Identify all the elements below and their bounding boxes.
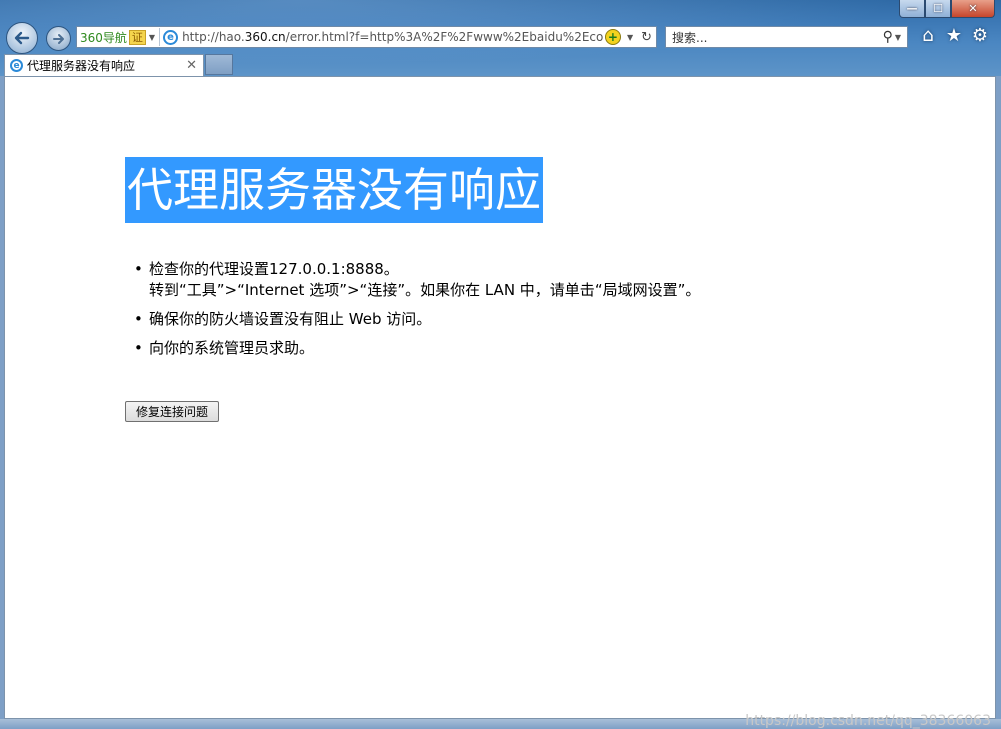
tips-list: 检查你的代理设置127.0.0.1:8888。 转到“工具”>“Internet… xyxy=(134,259,701,367)
tip-item: 确保你的防火墙设置没有阻止 Web 访问。 xyxy=(134,309,700,330)
search-box[interactable]: 搜索... ⚲ ▼ xyxy=(665,26,908,48)
search-dropdown-icon[interactable]: ▼ xyxy=(895,33,901,42)
tip-line: 检查你的代理设置127.0.0.1:8888。 xyxy=(149,260,399,278)
arrow-right-icon xyxy=(52,33,64,44)
tip-line: 转到“工具”>“Internet 选项”>“连接”。如果你在 LAN 中，请单击… xyxy=(149,281,701,299)
refresh-icon[interactable]: ↻ xyxy=(641,30,652,45)
back-button[interactable] xyxy=(6,22,38,54)
tab-active[interactable]: e 代理服务器没有响应 ✕ xyxy=(4,54,204,76)
search-input[interactable]: 搜索... xyxy=(672,29,883,46)
address-bar[interactable]: 360导航 证 ▼ e http://hao.360.cn/error.html… xyxy=(76,26,657,48)
new-tab-button[interactable] xyxy=(205,54,233,75)
window-controls: — ☐ ✕ xyxy=(899,0,995,20)
tip-item: 检查你的代理设置127.0.0.1:8888。 转到“工具”>“Internet… xyxy=(134,259,701,301)
page-title: 代理服务器没有响应 xyxy=(125,157,543,223)
address-dropdown-icon[interactable]: ▼ xyxy=(627,33,633,42)
ie-site-icon: e xyxy=(163,29,179,45)
search-icon[interactable]: ⚲ xyxy=(883,29,893,45)
url-prefix: http://hao. xyxy=(182,30,245,44)
tip-line: 确保你的防火墙设置没有阻止 Web 访问。 xyxy=(149,310,432,328)
url-domain: 360.cn xyxy=(244,30,286,44)
arrow-left-icon xyxy=(14,31,30,45)
url-input[interactable]: http://hao.360.cn/error.html?f=http%3A%2… xyxy=(182,30,603,44)
maximize-icon: ☐ xyxy=(933,2,943,15)
fix-connection-button[interactable]: 修复连接问题 xyxy=(125,401,220,422)
close-button[interactable]: ✕ xyxy=(951,0,995,18)
maximize-button[interactable]: ☐ xyxy=(925,0,951,18)
ie-tab-icon: e xyxy=(10,59,23,72)
page-content: 代理服务器没有响应 检查你的代理设置127.0.0.1:8888。 转到“工具”… xyxy=(4,76,996,719)
url-rest: /error.html?f=http%3A%2F%2Fwww%2Ebaidu%2… xyxy=(285,30,603,44)
tab-close-icon[interactable]: ✕ xyxy=(186,58,197,73)
close-icon: ✕ xyxy=(968,2,978,15)
plus-icon[interactable]: + xyxy=(604,29,621,45)
forward-button[interactable] xyxy=(46,26,71,51)
minimize-icon: — xyxy=(906,2,918,15)
toolbar-icons: ⌂ ★ ⚙ xyxy=(918,26,990,46)
minimize-button[interactable]: — xyxy=(899,0,925,18)
frame-right xyxy=(996,76,1001,719)
gear-icon[interactable]: ⚙ xyxy=(970,26,990,46)
tip-line: 向你的系统管理员求助。 xyxy=(149,339,315,357)
address-divider xyxy=(159,28,161,46)
nav-360-label[interactable]: 360导航 xyxy=(77,29,129,46)
nav-dropdown-icon[interactable]: ▼ xyxy=(149,33,155,42)
watermark-text: https://blog.csdn.net/qq_38366063 xyxy=(745,713,991,729)
tab-title: 代理服务器没有响应 xyxy=(27,59,136,73)
home-icon[interactable]: ⌂ xyxy=(918,26,938,46)
tip-item: 向你的系统管理员求助。 xyxy=(134,338,700,359)
favorites-star-icon[interactable]: ★ xyxy=(944,26,964,46)
certificate-badge[interactable]: 证 xyxy=(128,29,146,45)
